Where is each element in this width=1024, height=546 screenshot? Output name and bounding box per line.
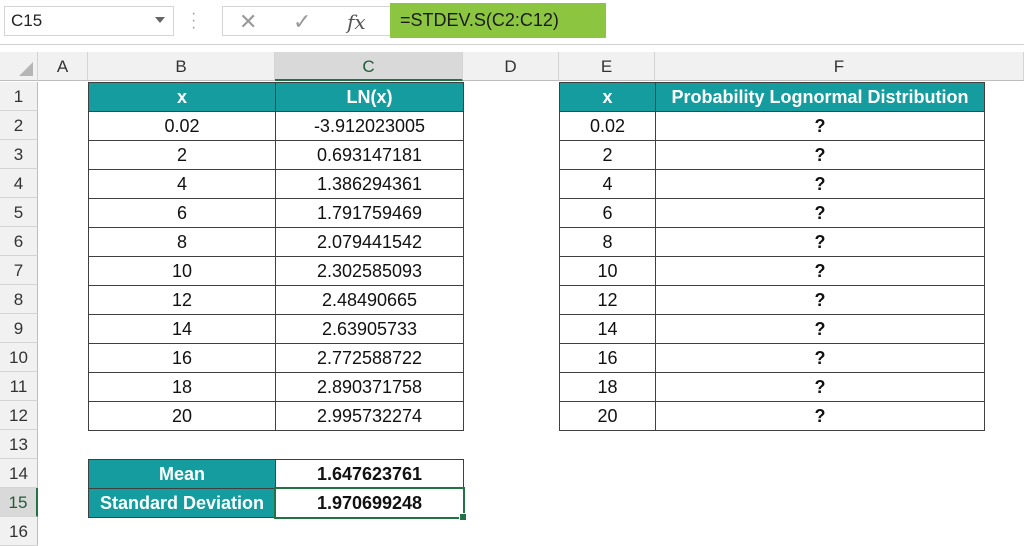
x2-cell[interactable]: 2 <box>559 140 656 170</box>
x-cell[interactable]: 2 <box>88 140 276 170</box>
formula-input[interactable]: =STDEV.S(C2:C12) <box>390 3 606 38</box>
x-cell[interactable]: 14 <box>88 314 276 344</box>
row-header-14[interactable]: 14 <box>0 459 38 488</box>
enter-icon[interactable]: ✓ <box>293 9 311 35</box>
probability-cell[interactable]: ? <box>655 285 985 315</box>
row-header-9[interactable]: 9 <box>0 314 38 343</box>
row-header-10[interactable]: 10 <box>0 343 38 372</box>
x-cell[interactable]: 6 <box>88 198 276 228</box>
probability-cell[interactable]: ? <box>655 198 985 228</box>
probability-cell[interactable]: ? <box>655 401 985 431</box>
ln-cell[interactable]: 2.302585093 <box>275 256 464 286</box>
ln-cell[interactable]: 1.791759469 <box>275 198 464 228</box>
row-header-13[interactable]: 13 <box>0 430 38 459</box>
probability-cell[interactable]: ? <box>655 314 985 344</box>
ln-cell[interactable]: 2.48490665 <box>275 285 464 315</box>
row-header-3[interactable]: 3 <box>0 140 38 169</box>
x2-cell[interactable]: 18 <box>559 372 656 402</box>
row-header-11[interactable]: 11 <box>0 372 38 401</box>
more-options-icon: · · · <box>191 5 197 36</box>
cancel-icon[interactable]: ✕ <box>239 9 257 35</box>
probability-cell[interactable]: ? <box>655 111 985 141</box>
x2-cell[interactable]: 14 <box>559 314 656 344</box>
probability-cell[interactable]: ? <box>655 169 985 199</box>
ln-cell[interactable]: 2.995732274 <box>275 401 464 431</box>
select-all-button[interactable] <box>0 52 38 81</box>
ln-cell[interactable]: 2.63905733 <box>275 314 464 344</box>
sd-value[interactable]: 1.970699248 <box>275 488 464 518</box>
x-cell[interactable]: 8 <box>88 227 276 257</box>
header-probability: Probability Lognormal Distribution <box>655 82 985 112</box>
header-x: x <box>88 82 276 112</box>
column-header-b[interactable]: B <box>88 52 275 81</box>
ln-cell[interactable]: -3.912023005 <box>275 111 464 141</box>
ln-cell[interactable]: 0.693147181 <box>275 140 464 170</box>
name-box-value: C15 <box>11 11 43 30</box>
row-header-5[interactable]: 5 <box>0 198 38 227</box>
formula-bar-divider <box>0 44 1024 45</box>
header-ln-x: LN(x) <box>275 82 464 112</box>
x2-cell[interactable]: 16 <box>559 343 656 373</box>
mean-label: Mean <box>88 459 276 489</box>
formula-buttons: ✕ ✓ fx <box>222 6 392 36</box>
row-header-15[interactable]: 15 <box>0 488 38 517</box>
column-header-a[interactable]: A <box>38 52 88 81</box>
probability-cell[interactable]: ? <box>655 256 985 286</box>
x2-cell[interactable]: 10 <box>559 256 656 286</box>
x2-cell[interactable]: 0.02 <box>559 111 656 141</box>
x-cell[interactable]: 12 <box>88 285 276 315</box>
ln-cell[interactable]: 2.079441542 <box>275 227 464 257</box>
row-header-4[interactable]: 4 <box>0 169 38 198</box>
row-header-1[interactable]: 1 <box>0 82 38 111</box>
column-header-c[interactable]: C <box>275 52 463 81</box>
probability-cell[interactable]: ? <box>655 227 985 257</box>
ln-cell[interactable]: 2.772588722 <box>275 343 464 373</box>
name-box[interactable]: C15 <box>4 6 174 36</box>
x2-cell[interactable]: 4 <box>559 169 656 199</box>
row-header-2[interactable]: 2 <box>0 111 38 140</box>
column-header-d[interactable]: D <box>463 52 559 81</box>
x-cell[interactable]: 18 <box>88 372 276 402</box>
row-header-12[interactable]: 12 <box>0 401 38 430</box>
x2-cell[interactable]: 8 <box>559 227 656 257</box>
x-cell[interactable]: 20 <box>88 401 276 431</box>
probability-cell[interactable]: ? <box>655 140 985 170</box>
chevron-down-icon[interactable] <box>155 17 165 23</box>
x-cell[interactable]: 0.02 <box>88 111 276 141</box>
formula-bar: C15 · · · ✕ ✓ fx =STDEV.S(C2:C12) <box>0 0 1024 44</box>
column-header-e[interactable]: E <box>559 52 655 81</box>
ln-cell[interactable]: 1.386294361 <box>275 169 464 199</box>
sd-label: Standard Deviation <box>88 488 276 518</box>
probability-cell[interactable]: ? <box>655 372 985 402</box>
x2-cell[interactable]: 12 <box>559 285 656 315</box>
mean-value[interactable]: 1.647623761 <box>275 459 464 489</box>
x-cell[interactable]: 10 <box>88 256 276 286</box>
ln-cell[interactable]: 2.890371758 <box>275 372 464 402</box>
x-cell[interactable]: 16 <box>88 343 276 373</box>
select-all-icon <box>19 62 33 76</box>
insert-function-icon[interactable]: fx <box>347 9 366 35</box>
header-x2: x <box>559 82 656 112</box>
x2-cell[interactable]: 6 <box>559 198 656 228</box>
probability-cell[interactable]: ? <box>655 343 985 373</box>
x2-cell[interactable]: 20 <box>559 401 656 431</box>
row-header-8[interactable]: 8 <box>0 285 38 314</box>
row-header-16[interactable]: 16 <box>0 517 38 546</box>
column-header-f[interactable]: F <box>655 52 1024 81</box>
row-header-6[interactable]: 6 <box>0 227 38 256</box>
row-header-7[interactable]: 7 <box>0 256 38 285</box>
x-cell[interactable]: 4 <box>88 169 276 199</box>
